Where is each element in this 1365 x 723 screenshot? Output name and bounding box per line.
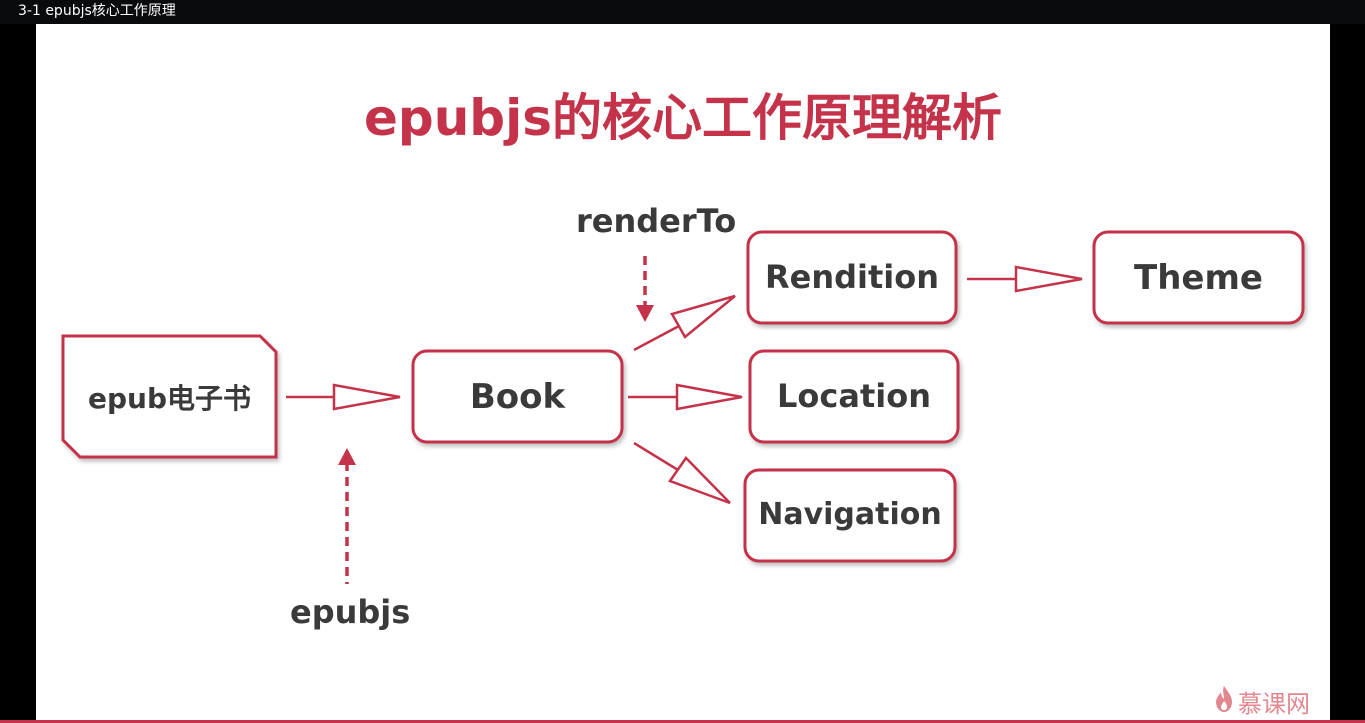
render-to-label: renderTo bbox=[576, 202, 737, 240]
window-title: 3-1 epubjs核心工作原理 bbox=[0, 0, 1365, 24]
arrow-rendition-to-theme bbox=[967, 265, 1083, 293]
epubjs-dashed-arrow bbox=[338, 448, 356, 584]
slide: epubjs的核心工作原理解析 epub电子书 Book Rendition T… bbox=[36, 24, 1330, 723]
theme-node-label: Theme bbox=[1134, 258, 1263, 298]
navigation-node-label: Navigation bbox=[758, 497, 942, 532]
arrow-book-to-rendition bbox=[633, 294, 736, 352]
watermark: 慕课网 bbox=[1214, 684, 1310, 719]
render-to-dashed-arrow bbox=[636, 256, 654, 322]
epubjs-label: epubjs bbox=[290, 593, 411, 631]
arrow-book-to-navigation bbox=[633, 441, 731, 505]
flame-icon bbox=[1214, 685, 1234, 719]
location-node-label: Location bbox=[777, 377, 931, 415]
book-node-label: Book bbox=[469, 377, 566, 417]
diagram bbox=[61, 230, 1305, 584]
epub-node-label: epub电子书 bbox=[87, 382, 251, 415]
arrow-epub-to-book bbox=[286, 383, 401, 411]
arrow-book-to-location bbox=[628, 383, 743, 411]
rendition-node-label: Rendition bbox=[764, 258, 940, 296]
watermark-text: 慕课网 bbox=[1238, 690, 1310, 718]
